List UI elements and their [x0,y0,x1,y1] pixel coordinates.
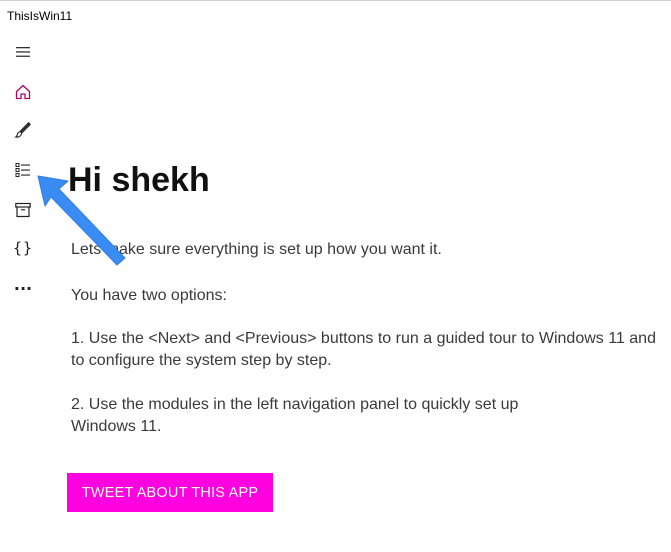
page-title: Hi shekh [68,161,210,199]
tweet-about-app-button[interactable]: TWEET ABOUT THIS APP [67,473,273,512]
option-2-text: 2. Use the modules in the left navigatio… [71,396,519,435]
intro-text: Lets make sure everything is set up how … [71,241,442,258]
welcome-page: Hi shekh Lets make sure everything is se… [0,1,671,552]
app-window: ThisIsWin11 {} ... Hi shekh Lets make su… [0,0,671,552]
option-1-text: 1. Use the <Next> and <Previous> buttons… [71,330,656,369]
options-heading: You have two options: [71,287,227,304]
